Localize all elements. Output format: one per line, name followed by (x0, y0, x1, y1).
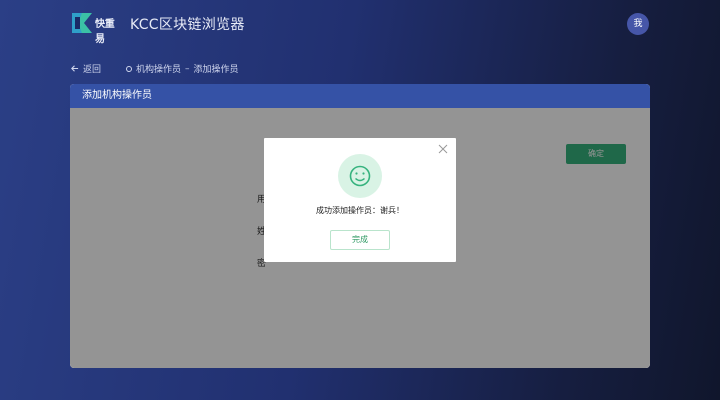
breadcrumb-current: 添加操作员 (193, 65, 239, 75)
app-title: KCC区块链浏览器 (130, 17, 245, 33)
logo-icon (72, 13, 92, 33)
success-dialog: 成功添加操作员：谢兵！ 完成 (264, 138, 456, 262)
arrow-left-icon (71, 65, 79, 72)
card-title: 添加机构操作员 (70, 84, 650, 108)
smile-icon (338, 154, 382, 198)
dialog-message: 成功添加操作员：谢兵！ (316, 206, 404, 215)
breadcrumb-parent[interactable]: 机构操作员 (136, 62, 181, 75)
done-button[interactable]: 完成 (330, 230, 390, 250)
close-icon[interactable] (438, 144, 448, 154)
breadcrumb-dot-icon (126, 65, 132, 72)
back-label: 返回 (83, 65, 102, 75)
breadcrumb-separator: – (185, 63, 190, 74)
app-logo[interactable]: 快重易 (70, 11, 124, 45)
avatar[interactable]: 我 (627, 13, 649, 35)
top-bar: 快重易 KCC区块链浏览器 我 (0, 0, 720, 48)
breadcrumb: 机构操作员 – 添加操作员 (126, 62, 239, 75)
back-link[interactable]: 返回 (70, 62, 101, 75)
logo-text: 快重易 (95, 19, 115, 45)
